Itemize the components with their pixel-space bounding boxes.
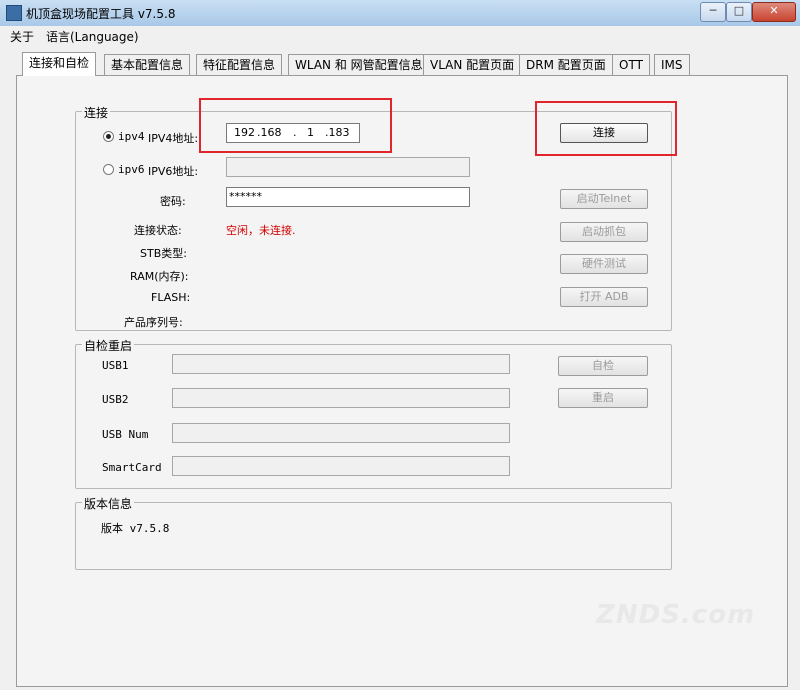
menu-bar: 关于 语言(Language) (0, 26, 800, 46)
watermark-logo: ZNDS.com (596, 600, 756, 630)
start-capture-button[interactable]: 启动抓包 (560, 222, 648, 242)
annotation-highlight-connect (535, 101, 677, 156)
tab-drm-config[interactable]: DRM 配置页面 (519, 54, 613, 75)
title-bar: 机顶盒现场配置工具 v7.5.8 ─ □ ✕ (0, 0, 800, 27)
version-text: 版本 v7.5.8 (101, 522, 170, 535)
connect-group-label: 连接 (82, 104, 111, 121)
app-icon (6, 5, 22, 21)
open-adb-button[interactable]: 打开 ADB (560, 287, 648, 307)
usb2-field (172, 388, 510, 408)
close-button[interactable]: ✕ (752, 2, 796, 22)
usb1-field (172, 354, 510, 374)
tab-vlan-config[interactable]: VLAN 配置页面 (423, 54, 522, 75)
password-label: 密码: (160, 195, 186, 208)
menu-language[interactable]: 语言(Language) (46, 28, 139, 45)
tab-ott[interactable]: OTT (612, 54, 650, 75)
usb2-label: USB2 (102, 393, 129, 406)
connection-status-value: 空闲，未连接. (226, 224, 296, 237)
flash-label: FLASH: (151, 291, 191, 304)
connection-status-label: 连接状态: (134, 224, 182, 237)
usb1-label: USB1 (102, 359, 129, 372)
ipv4-address-label: IPV4地址: (148, 132, 199, 145)
ipv6-address-label: IPV6地址: (148, 165, 199, 178)
tab-wlan-config[interactable]: WLAN 和 网管配置信息 (288, 54, 430, 75)
reboot-button[interactable]: 重启 (558, 388, 648, 408)
minimize-button[interactable]: ─ (700, 2, 726, 22)
tab-connect-selftest[interactable]: 连接和自检 (22, 52, 97, 76)
ipv6-radio-label: ipv6 (118, 163, 145, 176)
usb-num-label: USB Num (102, 428, 149, 441)
smartcard-field (172, 456, 510, 476)
start-telnet-button[interactable]: 启动Telnet (560, 189, 648, 209)
selftest-group: 自检重启 USB1 USB2 USB Num SmartCard 自检 重启 (75, 337, 672, 489)
password-input[interactable]: ****** (226, 187, 470, 207)
window-title: 机顶盒现场配置工具 v7.5.8 (26, 7, 176, 21)
ipv4-radio[interactable] (103, 131, 114, 142)
ram-label: RAM(内存): (130, 270, 189, 283)
ipv6-address-input[interactable] (226, 157, 470, 177)
usb-num-field (172, 423, 510, 443)
selftest-group-label: 自检重启 (82, 337, 135, 354)
hardware-test-button[interactable]: 硬件测试 (560, 254, 648, 274)
smartcard-label: SmartCard (102, 461, 162, 474)
annotation-highlight-ip (199, 98, 392, 153)
stb-type-label: STB类型: (140, 247, 187, 260)
ipv6-radio[interactable] (103, 164, 114, 175)
tab-feature-config[interactable]: 特征配置信息 (196, 54, 283, 75)
tab-ims[interactable]: IMS (654, 54, 690, 75)
self-check-button[interactable]: 自检 (558, 356, 648, 376)
ipv4-radio-label: ipv4 (118, 130, 145, 143)
version-group: 版本信息 版本 v7.5.8 (75, 495, 672, 570)
tab-basic-config[interactable]: 基本配置信息 (104, 54, 191, 75)
serial-number-label: 产品序列号: (124, 316, 183, 329)
maximize-button[interactable]: □ (726, 2, 752, 22)
tab-page-connect: 连接 ipv4 IPV4地址: 192 .168 . 1 .183 ipv6 I… (16, 75, 788, 687)
version-group-label: 版本信息 (82, 495, 135, 512)
menu-about[interactable]: 关于 (10, 28, 34, 45)
password-value: ****** (229, 190, 262, 203)
